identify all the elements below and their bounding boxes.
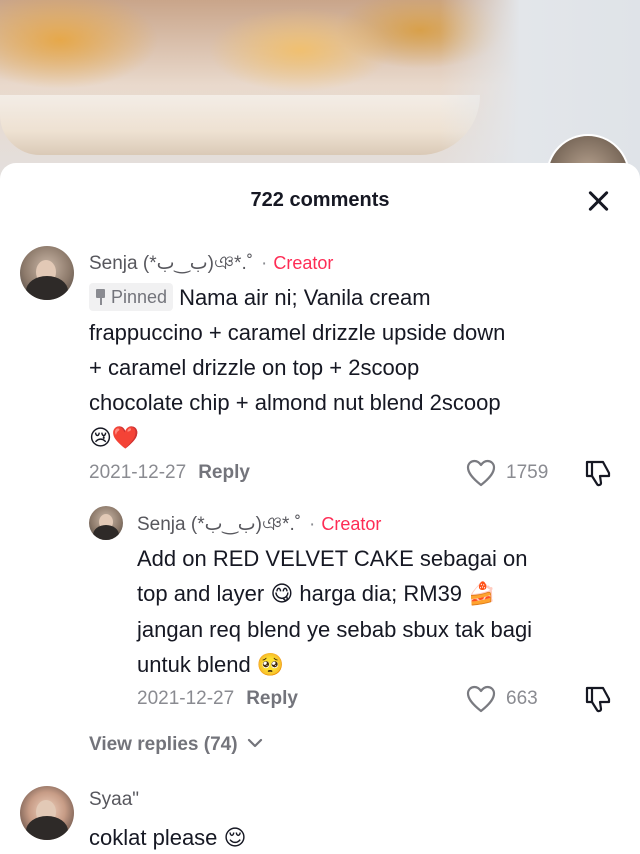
creator-tag: Creator xyxy=(321,514,382,534)
like-button[interactable]: 663 xyxy=(466,685,538,713)
comment-username-row: Senja (*ب‿ب)ঞ*.˚ · Creator xyxy=(89,253,334,274)
comment-count: 722 comments xyxy=(250,189,390,211)
comment-username-row: Syaa" xyxy=(89,789,139,811)
heart-icon xyxy=(466,685,496,713)
comments-sheet: 722 comments Senja (*ب‿ب)ঞ*.˚ · Creator Pi… xyxy=(0,163,640,854)
comment-text: coklat please 😌 xyxy=(89,825,247,851)
view-replies-button[interactable]: View replies (74) xyxy=(89,734,263,756)
creator-tag: Creator xyxy=(273,253,334,273)
username[interactable]: Senja (*ب‿ب)ঞ*.˚ xyxy=(89,253,253,274)
comment-username-row: Senja (*ب‿ب)ঞ*.˚ · Creator xyxy=(137,514,382,535)
comment-text: Pinned Nama air ni; Vanila cream frappucc… xyxy=(89,283,506,451)
pinned-badge: Pinned xyxy=(89,283,174,311)
avatar[interactable] xyxy=(20,246,74,300)
pin-icon xyxy=(94,289,107,305)
username[interactable]: Senja (*ب‿ب)ঞ*.˚ xyxy=(137,514,301,535)
avatar[interactable] xyxy=(89,506,123,540)
reply-button[interactable]: Reply xyxy=(198,462,250,483)
like-count: 663 xyxy=(506,688,538,709)
avatar[interactable] xyxy=(20,786,74,840)
reply-button[interactable]: Reply xyxy=(246,688,298,709)
chevron-down-icon xyxy=(247,738,262,748)
dislike-icon[interactable] xyxy=(583,684,613,714)
comment-text: Add on RED VELVET CAKE sebagai on top an… xyxy=(137,546,533,678)
comment-date: 2021-12-27 xyxy=(137,688,235,709)
dislike-icon[interactable] xyxy=(583,458,613,488)
comment-meta: 2021-12-27 Reply xyxy=(137,688,298,710)
comment-meta: 2021-12-27 Reply xyxy=(89,462,250,484)
like-count: 1759 xyxy=(506,462,549,483)
comment-date: 2021-12-27 xyxy=(89,462,187,483)
comment-emojis: 😢❤️ xyxy=(89,426,140,451)
close-icon[interactable] xyxy=(585,187,613,215)
comments-header: 722 comments xyxy=(0,163,640,235)
drink-cup-image xyxy=(0,95,480,155)
like-button[interactable]: 1759 xyxy=(466,459,548,487)
username[interactable]: Syaa" xyxy=(89,789,139,810)
video-background xyxy=(0,0,640,218)
heart-icon xyxy=(466,459,496,487)
